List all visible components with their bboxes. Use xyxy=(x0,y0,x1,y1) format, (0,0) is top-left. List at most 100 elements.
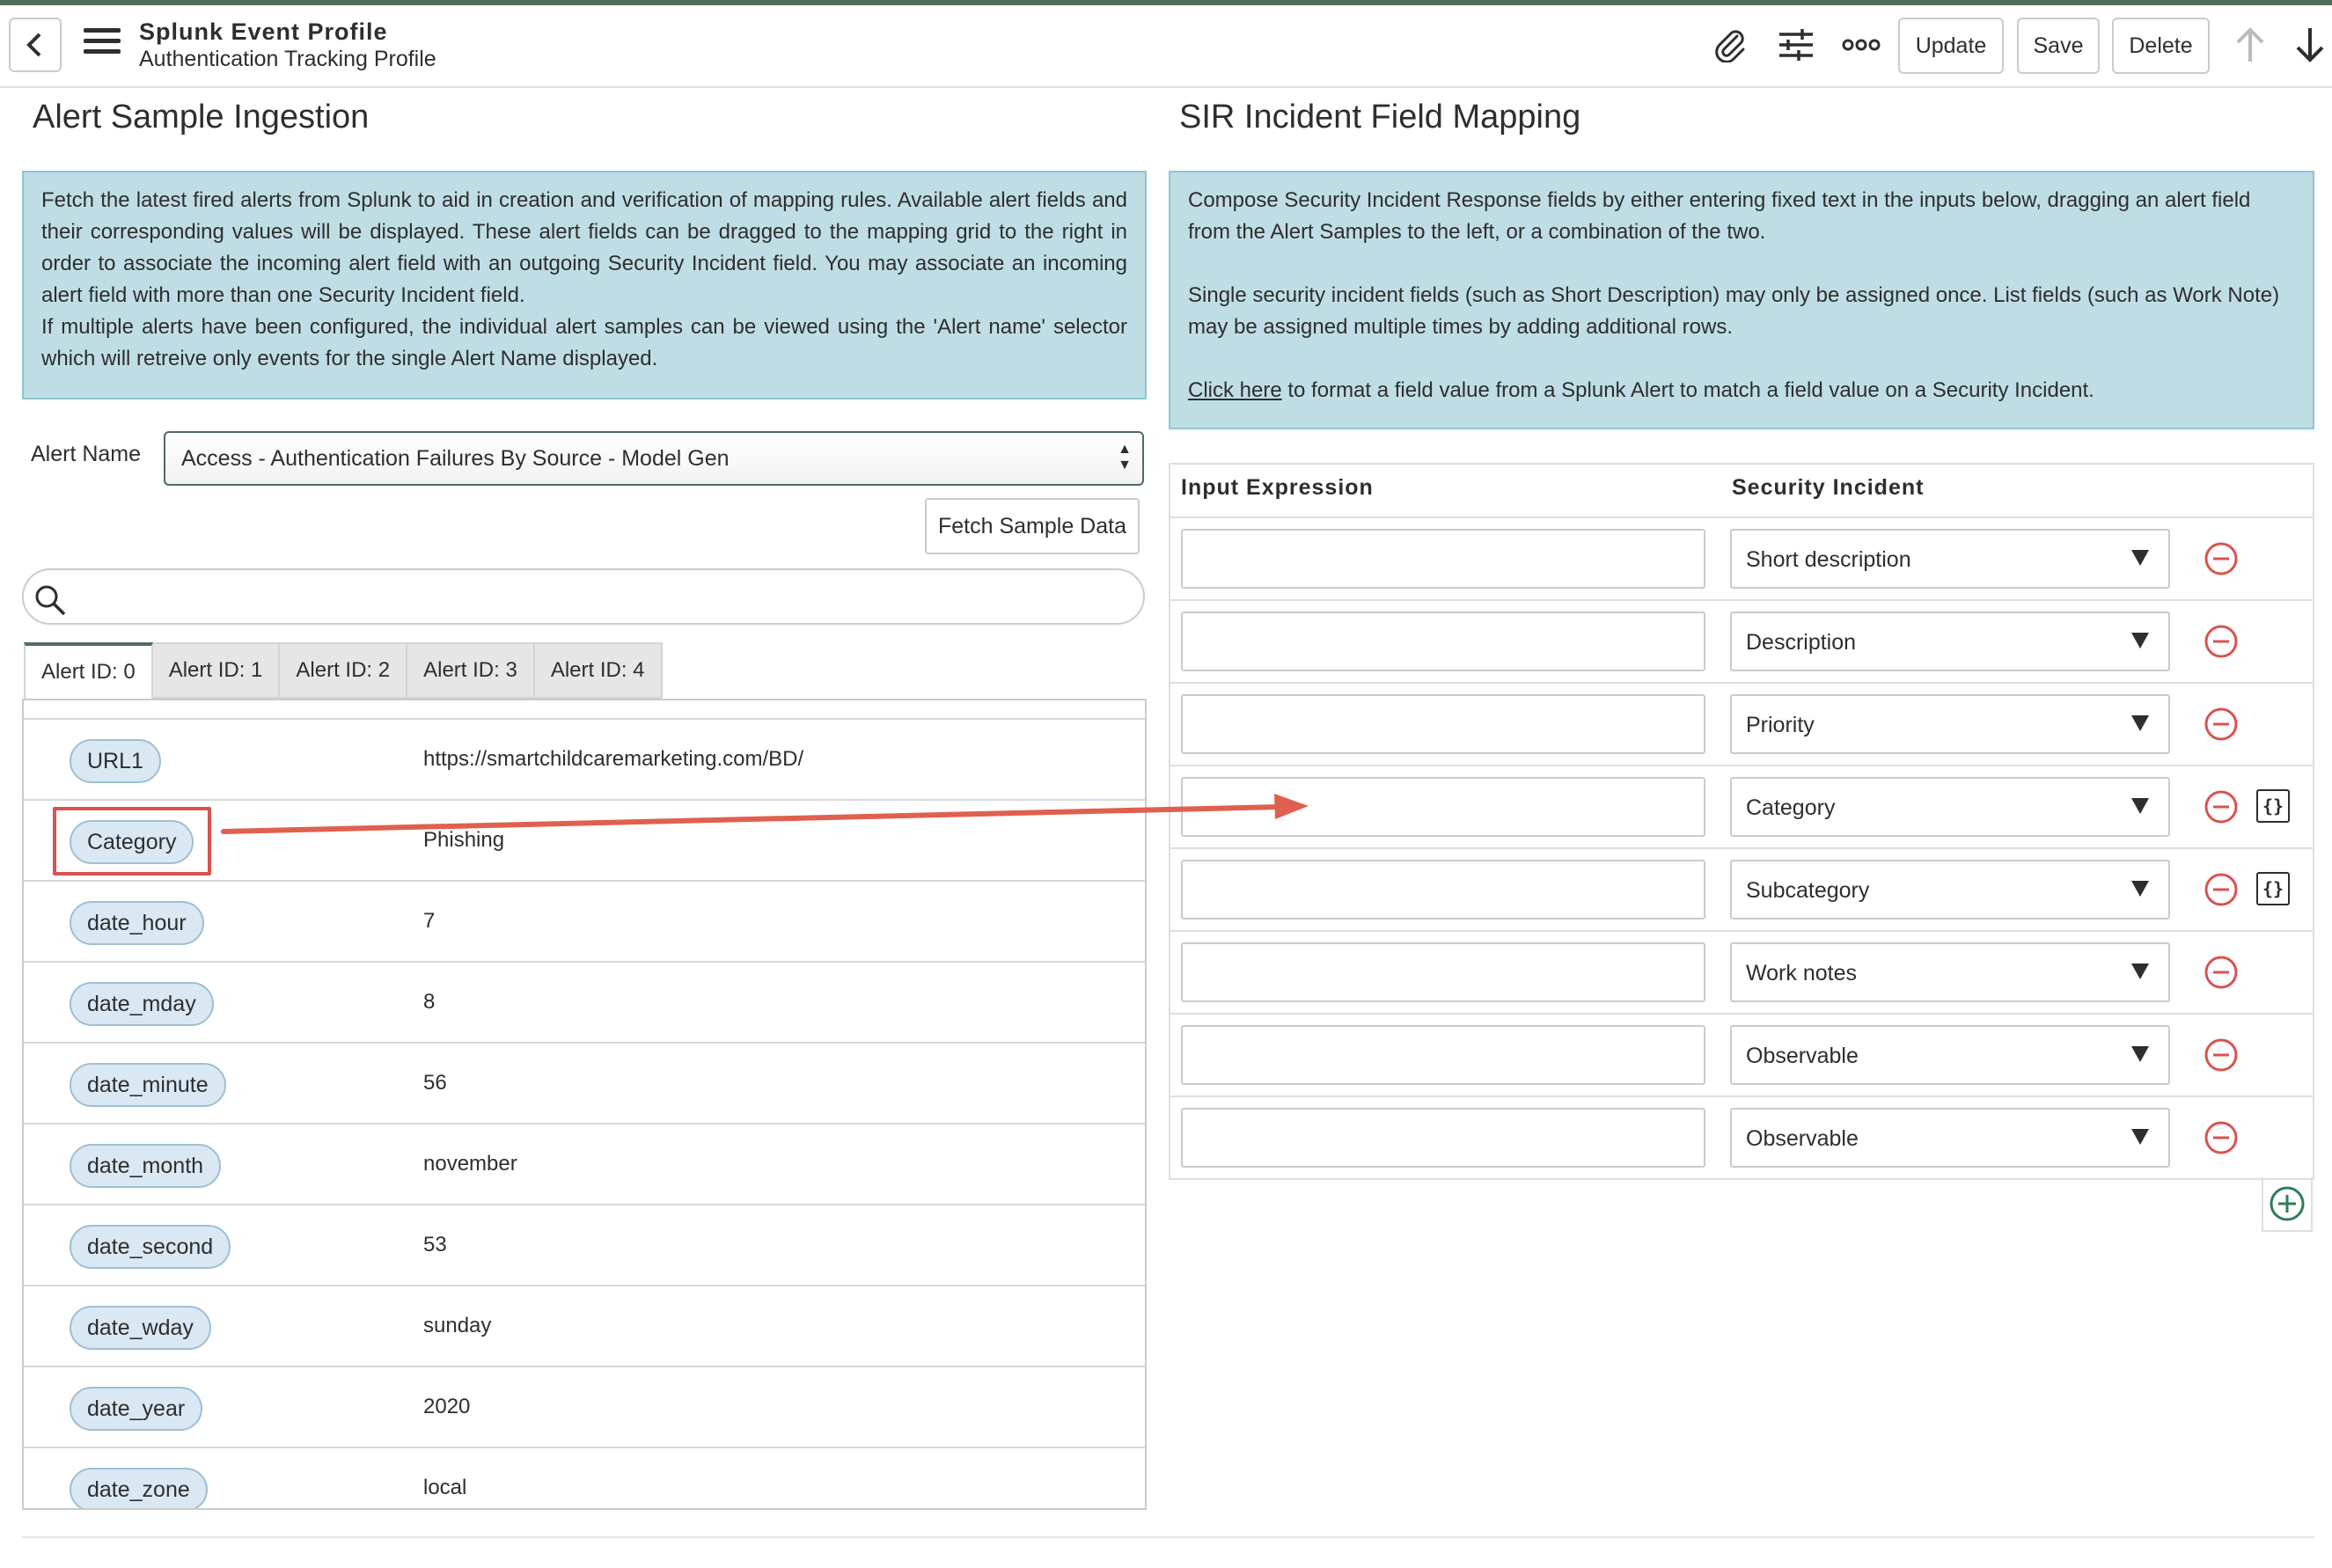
caret-down-icon xyxy=(2131,550,2149,566)
security-incident-value: Short description xyxy=(1746,547,1911,572)
security-incident-value: Priority xyxy=(1746,713,1815,737)
input-expression-field[interactable] xyxy=(1181,694,1705,754)
chevron-left-icon xyxy=(26,33,41,57)
remove-row-icon[interactable] xyxy=(2204,955,2239,990)
caret-down-icon xyxy=(2131,881,2149,897)
field-pill[interactable]: date_zone xyxy=(70,1468,208,1508)
table-row: date_second 53 xyxy=(24,1204,1145,1286)
field-value: 53 xyxy=(423,1233,447,1257)
search-input[interactable] xyxy=(85,579,1127,616)
field-pill[interactable]: date_mday xyxy=(70,982,214,1026)
mapping-row: Work notes xyxy=(1170,930,2313,1015)
more-icon[interactable] xyxy=(1841,25,1881,65)
remove-row-icon[interactable] xyxy=(2204,707,2239,742)
remove-row-icon[interactable] xyxy=(2204,1037,2239,1073)
remove-row-icon[interactable] xyxy=(2204,1120,2239,1155)
form-header: Splunk Event Profile Authentication Trac… xyxy=(0,5,2332,88)
caret-down-icon xyxy=(2131,964,2149,979)
record-name: Authentication Tracking Profile xyxy=(139,47,436,71)
mapping-row: Short description xyxy=(1170,517,2313,601)
input-expression-field[interactable] xyxy=(1181,1025,1705,1085)
arrow-down-icon[interactable] xyxy=(2290,25,2330,65)
caret-down-icon xyxy=(2131,1046,2149,1062)
caret-down-icon xyxy=(2131,633,2149,648)
tab-alert-id-4[interactable]: Alert ID: 4 xyxy=(534,642,663,699)
security-incident-select[interactable]: Observable xyxy=(1730,1108,2170,1168)
input-expression-field[interactable] xyxy=(1181,860,1705,920)
remove-row-icon[interactable] xyxy=(2204,872,2239,907)
search-icon xyxy=(35,585,66,616)
security-incident-value: Work notes xyxy=(1746,961,1857,985)
field-mapping-info: Compose Security Incident Response field… xyxy=(1169,171,2314,429)
paperclip-icon[interactable] xyxy=(1710,25,1750,65)
field-value: local xyxy=(423,1476,467,1499)
tab-alert-id-3[interactable]: Alert ID: 3 xyxy=(407,642,535,699)
input-expression-field[interactable] xyxy=(1181,942,1705,1002)
field-mapping-title: SIR Incident Field Mapping xyxy=(1179,99,1581,136)
field-value: 8 xyxy=(423,990,436,1014)
remove-row-icon[interactable] xyxy=(2204,624,2239,659)
hamburger-menu-icon[interactable] xyxy=(84,28,121,58)
select-arrows-icon: ▲ ▼ xyxy=(1118,442,1132,473)
caret-down-icon xyxy=(2131,798,2149,814)
security-incident-select[interactable]: Work notes xyxy=(1730,942,2170,1002)
alert-sample-info-p2: If multiple alerts have been configured,… xyxy=(41,315,1127,370)
input-expression-field[interactable] xyxy=(1181,529,1705,589)
caret-down-icon xyxy=(2131,715,2149,731)
field-pill[interactable]: date_minute xyxy=(70,1063,226,1107)
field-pill[interactable]: date_hour xyxy=(70,901,204,945)
delete-button[interactable]: Delete xyxy=(2112,18,2210,74)
field-search xyxy=(22,568,1145,625)
security-incident-select[interactable]: Priority xyxy=(1730,694,2170,754)
mapping-row: Observable xyxy=(1170,1013,2313,1097)
field-value: Phishing xyxy=(423,828,505,852)
bottom-divider xyxy=(22,1536,2314,1538)
back-button[interactable] xyxy=(9,18,62,72)
field-value: 2020 xyxy=(423,1395,471,1418)
click-here-link[interactable]: Click here xyxy=(1188,378,1282,402)
tab-alert-id-0[interactable]: Alert ID: 0 xyxy=(24,642,153,699)
fetch-sample-data-button[interactable]: Fetch Sample Data xyxy=(925,498,1140,554)
security-incident-value: Subcategory xyxy=(1746,878,1870,903)
format-value-icon[interactable]: {} xyxy=(2256,872,2290,905)
field-mapping-info-p1: Compose Security Incident Response field… xyxy=(1188,188,2251,244)
security-incident-select[interactable]: Short description xyxy=(1730,529,2170,589)
add-row-button[interactable] xyxy=(2262,1177,2313,1232)
sliders-icon[interactable] xyxy=(1776,25,1816,65)
arrow-up-icon[interactable] xyxy=(2230,25,2270,65)
table-row: date_mday 8 xyxy=(24,961,1145,1044)
input-expression-field[interactable] xyxy=(1181,1108,1705,1168)
remove-row-icon[interactable] xyxy=(2204,789,2239,824)
field-pill[interactable]: date_wday xyxy=(70,1306,211,1350)
security-incident-select[interactable]: Subcategory xyxy=(1730,860,2170,920)
field-pill[interactable]: date_year xyxy=(70,1387,203,1431)
table-row: date_wday sunday xyxy=(24,1285,1145,1367)
field-value: 56 xyxy=(423,1071,447,1095)
mapping-row: Observable xyxy=(1170,1095,2313,1180)
field-pill[interactable]: URL1 xyxy=(70,739,161,783)
input-expression-header: Input Expression xyxy=(1181,475,1374,500)
field-value: 7 xyxy=(423,909,436,933)
table-row: date_year 2020 xyxy=(24,1366,1145,1448)
tab-alert-id-1[interactable]: Alert ID: 1 xyxy=(152,642,281,699)
security-incident-select[interactable]: Observable xyxy=(1730,1025,2170,1085)
mapping-row: Description xyxy=(1170,599,2313,684)
format-value-icon[interactable]: {} xyxy=(2256,789,2290,823)
save-button[interactable]: Save xyxy=(2017,18,2100,74)
field-pill[interactable]: date_second xyxy=(70,1225,231,1269)
alert-name-select[interactable]: Access - Authentication Failures By Sour… xyxy=(164,431,1144,486)
security-incident-value: Description xyxy=(1746,630,1857,655)
field-pill[interactable]: date_month xyxy=(70,1144,222,1188)
alert-name-value: Access - Authentication Failures By Sour… xyxy=(181,446,730,471)
input-expression-field[interactable] xyxy=(1181,777,1705,837)
field-mapping-info-p3-text: to format a field value from a Splunk Al… xyxy=(1281,378,2094,402)
field-value: https://smartchildcaremarketing.com/BD/ xyxy=(423,747,804,771)
mapping-row: Category {} xyxy=(1170,765,2313,849)
table-row: date_hour 7 xyxy=(24,880,1145,963)
input-expression-field[interactable] xyxy=(1181,612,1705,671)
remove-row-icon[interactable] xyxy=(2204,541,2239,576)
security-incident-select[interactable]: Description xyxy=(1730,612,2170,671)
tab-alert-id-2[interactable]: Alert ID: 2 xyxy=(280,642,408,699)
update-button[interactable]: Update xyxy=(1898,18,2004,74)
security-incident-select[interactable]: Category xyxy=(1730,777,2170,837)
